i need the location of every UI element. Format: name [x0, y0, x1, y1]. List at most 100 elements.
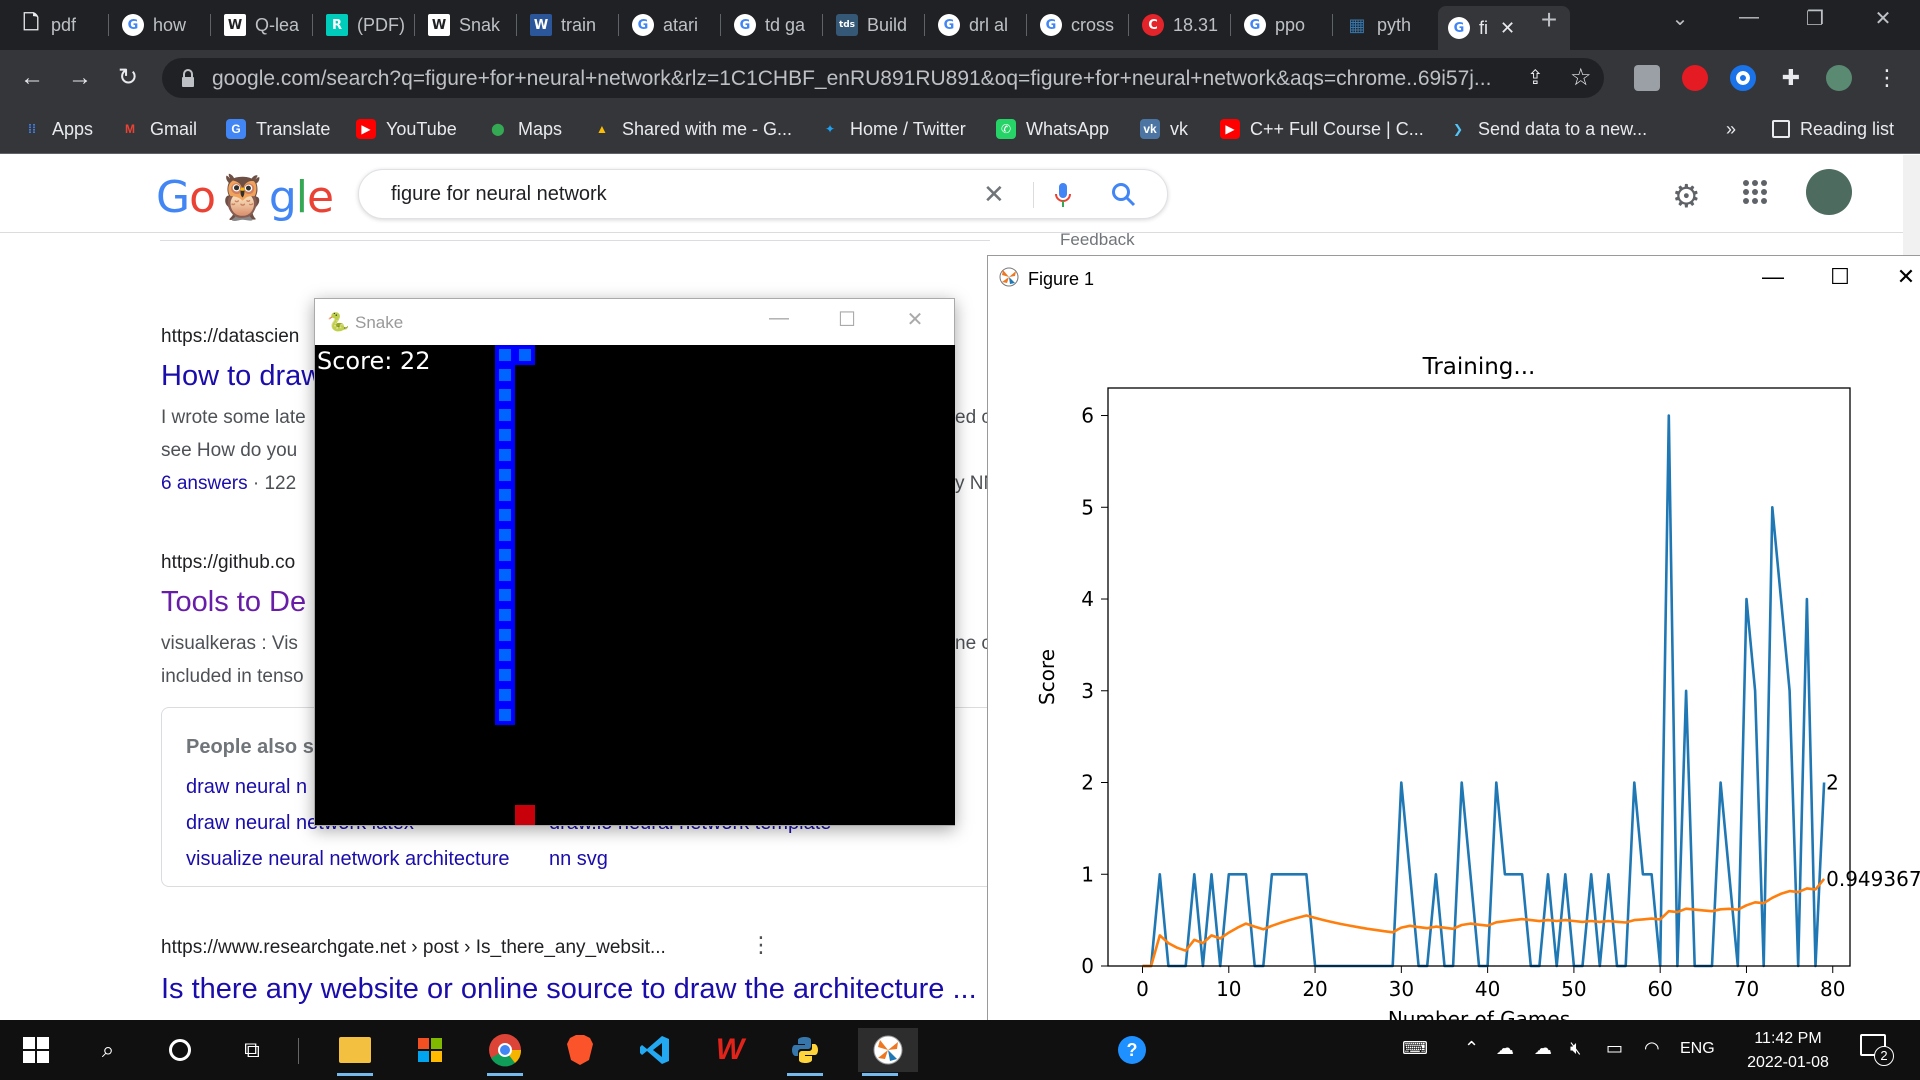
volume-muted-icon[interactable]: 🔇︎	[1570, 1038, 1581, 1059]
related-search-link[interactable]: draw neural n	[186, 776, 307, 799]
tab-search-icon[interactable]: ⌄	[1665, 6, 1695, 31]
matplotlib-taskbar-icon[interactable]	[858, 1028, 918, 1076]
cortana-icon[interactable]	[158, 1028, 202, 1072]
wps-office-icon[interactable]: W	[708, 1028, 752, 1072]
new-tab-icon[interactable]: +	[1534, 4, 1564, 36]
tab[interactable]: tds Build	[826, 8, 926, 42]
extension-adblock-icon[interactable]	[1682, 65, 1708, 91]
result-url[interactable]: https://datascien	[161, 326, 299, 348]
search-input[interactable]: figure for neural network	[391, 183, 607, 206]
bookmark-item[interactable]: G Translate	[226, 116, 330, 142]
chrome-icon[interactable]	[483, 1028, 527, 1076]
bookmark-item[interactable]: ⁞⁞ Apps	[22, 116, 93, 142]
clear-search-icon[interactable]: ✕	[983, 179, 1005, 210]
tab[interactable]: Gcross	[1030, 8, 1130, 42]
profile-avatar[interactable]	[1826, 65, 1852, 91]
start-windows-icon[interactable]	[14, 1028, 58, 1072]
tab[interactable]: Ghow	[112, 8, 212, 42]
minimize-icon[interactable]: —	[1734, 6, 1764, 29]
tab[interactable]: R (PDF)	[316, 8, 416, 42]
maximize-icon[interactable]: ☐	[1815, 264, 1865, 290]
minimize-icon[interactable]: —	[1748, 264, 1798, 290]
tab[interactable]: Gdrl al	[928, 8, 1028, 42]
help-icon[interactable]: ?	[1110, 1028, 1154, 1072]
maximize-icon[interactable]: ☐	[825, 307, 869, 332]
result-title[interactable]: Is there any website or online source to…	[161, 973, 977, 1006]
tab-title: cross	[1071, 14, 1115, 35]
close-icon[interactable]: ✕	[893, 307, 937, 332]
forward-icon[interactable]: →	[64, 62, 96, 94]
extension-shield-icon[interactable]	[1634, 65, 1660, 91]
tab[interactable]: Gtd ga	[724, 8, 824, 42]
extensions-puzzle-icon[interactable]: ✚	[1778, 65, 1804, 91]
result-title[interactable]: How to draw	[161, 360, 322, 393]
reload-icon[interactable]: ↻	[112, 62, 144, 94]
tab[interactable]: W Q-lea	[214, 8, 314, 42]
tab-title: train	[561, 14, 597, 35]
bookmark-item[interactable]: ✆ WhatsApp	[996, 116, 1109, 142]
result-url[interactable]: https://www.researchgate.net › post › Is…	[161, 937, 666, 959]
clock[interactable]: 11:42 PM 2022-01-08	[1718, 1027, 1858, 1075]
share-icon[interactable]: ⇪	[1527, 65, 1544, 90]
bookmark-item[interactable]: ❯ Send data to a new...	[1448, 116, 1647, 142]
keyboard-icon[interactable]: ⌨	[1402, 1038, 1428, 1059]
tab[interactable]: Gppo	[1234, 8, 1334, 42]
bookmark-item[interactable]: ▲ Shared with me - G...	[592, 116, 792, 142]
bookmark-item[interactable]: ▶ YouTube	[356, 116, 457, 142]
related-search-link[interactable]: nn svg	[549, 848, 608, 871]
y-tick-label: 2	[1081, 771, 1094, 795]
task-view-icon[interactable]: ⧉	[230, 1028, 274, 1072]
tab[interactable]: W Snak	[418, 8, 518, 42]
search-box[interactable]: figure for neural network ✕	[358, 169, 1168, 219]
bookmark-item[interactable]: ✦ Home / Twitter	[820, 116, 966, 142]
network-error-icon[interactable]: ☁	[1534, 1038, 1552, 1059]
file-explorer-icon[interactable]	[333, 1028, 377, 1076]
bookmarks-overflow[interactable]: »	[1726, 116, 1736, 142]
python-icon[interactable]	[783, 1028, 827, 1076]
reading-list[interactable]: Reading list	[1772, 116, 1894, 142]
microsoft-store-icon[interactable]	[408, 1028, 452, 1072]
bookmark-item[interactable]: ⬤ Maps	[488, 116, 562, 142]
close-icon[interactable]: ✕	[1868, 6, 1898, 31]
bookmark-item[interactable]: vk vk	[1140, 116, 1188, 142]
address-bar[interactable]: google.com/search?q=figure+for+neural+ne…	[162, 58, 1604, 98]
menu-icon[interactable]: ⋮	[1874, 65, 1900, 91]
search-icon[interactable]: ⌕	[86, 1028, 130, 1072]
snake-titlebar[interactable]: 🐍 Snake — ☐ ✕	[315, 299, 954, 345]
figure-titlebar[interactable]: Figure 1 — ☐ ✕	[988, 256, 1920, 302]
account-avatar[interactable]	[1806, 169, 1852, 215]
tab[interactable]: 🗋 pdf	[10, 8, 110, 42]
close-icon[interactable]: ✕	[1881, 264, 1920, 290]
feedback-link[interactable]: Feedback	[1060, 230, 1135, 250]
vscode-icon[interactable]	[633, 1028, 677, 1072]
voice-search-icon[interactable]	[1053, 181, 1073, 209]
answers-link[interactable]: 6 answers	[161, 473, 248, 494]
minimize-icon[interactable]: —	[757, 307, 801, 330]
wifi-icon[interactable]: ◠	[1644, 1038, 1660, 1059]
tab[interactable]: ▦ pyth	[1336, 8, 1436, 42]
settings-gear-icon[interactable]: ⚙	[1672, 177, 1701, 215]
brave-icon[interactable]	[558, 1028, 602, 1072]
tab[interactable]: Wtrain	[520, 8, 620, 42]
result-more-icon[interactable]: ⋮	[750, 932, 772, 958]
extension-circle-icon[interactable]	[1730, 65, 1756, 91]
show-hidden-icons[interactable]: ⌃	[1464, 1038, 1479, 1059]
notification-center-icon[interactable]: 2	[1860, 1034, 1894, 1066]
back-icon[interactable]: ←	[16, 62, 48, 94]
language-indicator[interactable]: ENG	[1680, 1040, 1715, 1058]
restore-icon[interactable]: ❐	[1800, 6, 1830, 31]
google-doodle-logo[interactable]: Go🦉gle	[156, 171, 334, 223]
bookmark-item[interactable]: M Gmail	[120, 116, 197, 142]
result-url[interactable]: https://github.co	[161, 552, 295, 574]
bookmark-item[interactable]: ▶ C++ Full Course | C...	[1220, 116, 1424, 142]
related-search-link[interactable]: visualize neural network architecture	[186, 848, 510, 871]
onedrive-icon[interactable]: ☁	[1496, 1038, 1514, 1059]
search-icon[interactable]	[1111, 182, 1137, 208]
battery-icon[interactable]: ▭	[1606, 1038, 1623, 1059]
bookmark-star-icon[interactable]: ☆	[1570, 63, 1592, 92]
tab[interactable]: Gatari	[622, 8, 722, 42]
tab[interactable]: C 18.31	[1132, 8, 1232, 42]
google-apps-icon[interactable]	[1742, 179, 1768, 205]
result-title[interactable]: Tools to De	[161, 586, 306, 619]
tab-close-icon[interactable]: ✕	[1500, 18, 1515, 39]
